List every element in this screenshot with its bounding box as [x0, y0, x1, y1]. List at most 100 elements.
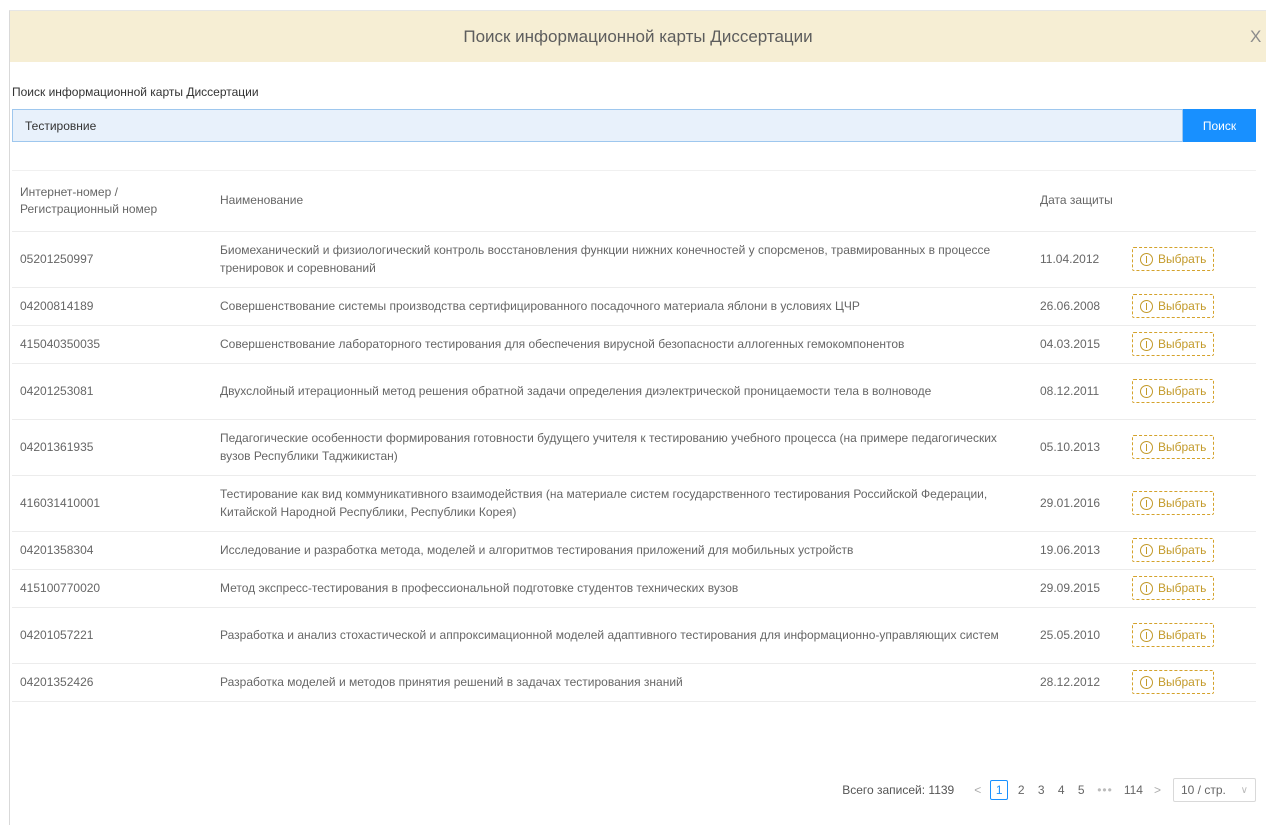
cell-action: Выбрать	[1124, 475, 1256, 532]
page-size-select[interactable]: 10 / стр. ∨	[1173, 778, 1256, 802]
table-row: 415100770020 Метод экспресс-тестирования …	[12, 569, 1256, 608]
select-button[interactable]: Выбрать	[1132, 670, 1215, 694]
dialog-header: Поиск информационной карты Диссертации X	[10, 11, 1266, 62]
column-header-name: Наименование	[212, 171, 1032, 232]
table-row: 415040350035 Совершенствование лабораторн…	[12, 325, 1256, 364]
cell-name: Совершенствование лабораторного тестиров…	[212, 325, 1032, 364]
cell-name: Педагогические особенности формирования …	[212, 419, 1032, 476]
select-button-label: Выбрать	[1158, 337, 1207, 351]
cell-number: 05201250997	[12, 231, 212, 288]
cell-action: Выбрать	[1124, 363, 1256, 420]
table-row: 04201358304 Исследование и разработка мет…	[12, 531, 1256, 570]
cell-number: 04201358304	[12, 531, 212, 570]
table-row: 05201250997 Биомеханический и физиологиче…	[12, 231, 1256, 288]
cell-date: 29.09.2015	[1032, 569, 1124, 608]
cell-date: 26.06.2008	[1032, 287, 1124, 326]
cell-date: 04.03.2015	[1032, 325, 1124, 364]
cell-name: Разработка моделей и методов принятия ре…	[212, 663, 1032, 702]
page-5[interactable]: 5	[1074, 783, 1088, 797]
results-table: Интернет-номер / Регистрационный номер Н…	[12, 170, 1256, 755]
cell-date: 28.12.2012	[1032, 663, 1124, 702]
cell-action: Выбрать	[1124, 419, 1256, 476]
select-icon	[1140, 628, 1153, 642]
more-pages-icon[interactable]: •••	[1097, 783, 1113, 797]
cell-action: Выбрать	[1124, 607, 1256, 664]
cell-date: 11.04.2012	[1032, 231, 1124, 288]
select-button[interactable]: Выбрать	[1132, 623, 1215, 647]
table-row: 04201057221 Разработка и анализ стохастич…	[12, 607, 1256, 664]
column-header-date: Дата защиты	[1032, 171, 1124, 232]
cell-action: Выбрать	[1124, 287, 1256, 326]
close-icon[interactable]: X	[1250, 11, 1266, 62]
select-button-label: Выбрать	[1158, 384, 1207, 398]
cell-name: Исследование и разработка метода, моделе…	[212, 531, 1032, 570]
table-row: 416031410001 Тестирование как вид коммуни…	[12, 475, 1256, 532]
page-last[interactable]: 114	[1122, 783, 1145, 797]
dialog-title: Поиск информационной карты Диссертации	[463, 27, 813, 46]
select-button-label: Выбрать	[1158, 675, 1207, 689]
select-button-label: Выбрать	[1158, 299, 1207, 313]
cell-action: Выбрать	[1124, 663, 1256, 702]
select-button-label: Выбрать	[1158, 496, 1207, 510]
page-3[interactable]: 3	[1034, 783, 1048, 797]
cell-number: 415100770020	[12, 569, 212, 608]
search-input[interactable]	[12, 109, 1183, 142]
cell-date: 08.12.2011	[1032, 363, 1124, 420]
select-icon	[1140, 496, 1153, 510]
table-header-row: Интернет-номер / Регистрационный номер Н…	[12, 171, 1256, 232]
page-2[interactable]: 2	[1014, 783, 1028, 797]
select-icon	[1140, 581, 1153, 595]
cell-name: Биомеханический и физиологический контро…	[212, 231, 1032, 288]
cell-number: 04201057221	[12, 607, 212, 664]
page-1[interactable]: 1	[990, 780, 1009, 800]
cell-action: Выбрать	[1124, 569, 1256, 608]
search-button[interactable]: Поиск	[1183, 109, 1256, 142]
select-icon	[1140, 252, 1153, 266]
cell-name: Совершенствование системы производства с…	[212, 287, 1032, 326]
cell-action: Выбрать	[1124, 531, 1256, 570]
column-header-number: Интернет-номер / Регистрационный номер	[12, 171, 212, 232]
table-row: 04201361935 Педагогические особенности фо…	[12, 419, 1256, 476]
cell-date: 05.10.2013	[1032, 419, 1124, 476]
select-button[interactable]: Выбрать	[1132, 538, 1215, 562]
search-label: Поиск информационной карты Диссертации	[12, 85, 259, 99]
column-header-action	[1124, 171, 1256, 232]
cell-number: 04201361935	[12, 419, 212, 476]
select-button[interactable]: Выбрать	[1132, 379, 1215, 403]
cell-action: Выбрать	[1124, 231, 1256, 288]
select-button-label: Выбрать	[1158, 628, 1207, 642]
search-bar: Поиск	[12, 109, 1256, 142]
select-button[interactable]: Выбрать	[1132, 491, 1215, 515]
select-button[interactable]: Выбрать	[1132, 247, 1215, 271]
total-records: Всего записей: 1139	[842, 783, 955, 797]
select-button-label: Выбрать	[1158, 252, 1207, 266]
select-icon	[1140, 440, 1153, 454]
page-4[interactable]: 4	[1054, 783, 1068, 797]
select-icon	[1140, 675, 1153, 689]
select-button[interactable]: Выбрать	[1132, 332, 1215, 356]
table-row: 04200814189 Совершенствование системы про…	[12, 287, 1256, 326]
select-icon	[1140, 543, 1153, 557]
cell-number: 04200814189	[12, 287, 212, 326]
select-button-label: Выбрать	[1158, 440, 1207, 454]
cell-name: Разработка и анализ стохастической и апп…	[212, 607, 1032, 664]
cell-date: 25.05.2010	[1032, 607, 1124, 664]
cell-date: 19.06.2013	[1032, 531, 1124, 570]
next-page-button[interactable]: >	[1148, 783, 1167, 797]
cell-number: 415040350035	[12, 325, 212, 364]
select-button[interactable]: Выбрать	[1132, 576, 1215, 600]
select-button[interactable]: Выбрать	[1132, 294, 1215, 318]
cell-number: 04201253081	[12, 363, 212, 420]
cell-action: Выбрать	[1124, 325, 1256, 364]
select-button-label: Выбрать	[1158, 581, 1207, 595]
table-row: 04201253081 Двухслойный итерационный мето…	[12, 363, 1256, 420]
cell-number: 04201352426	[12, 663, 212, 702]
select-button[interactable]: Выбрать	[1132, 435, 1215, 459]
pagination: Всего записей: 1139 < 1 2 3 4 5 ••• 114 …	[842, 778, 1256, 802]
cell-name: Двухслойный итерационный метод решения о…	[212, 363, 1032, 420]
prev-page-button[interactable]: <	[968, 783, 987, 797]
chevron-down-icon: ∨	[1240, 784, 1248, 796]
cell-number: 416031410001	[12, 475, 212, 532]
cell-name: Метод экспресс-тестирования в профессион…	[212, 569, 1032, 608]
cell-name: Тестирование как вид коммуникативного вз…	[212, 475, 1032, 532]
